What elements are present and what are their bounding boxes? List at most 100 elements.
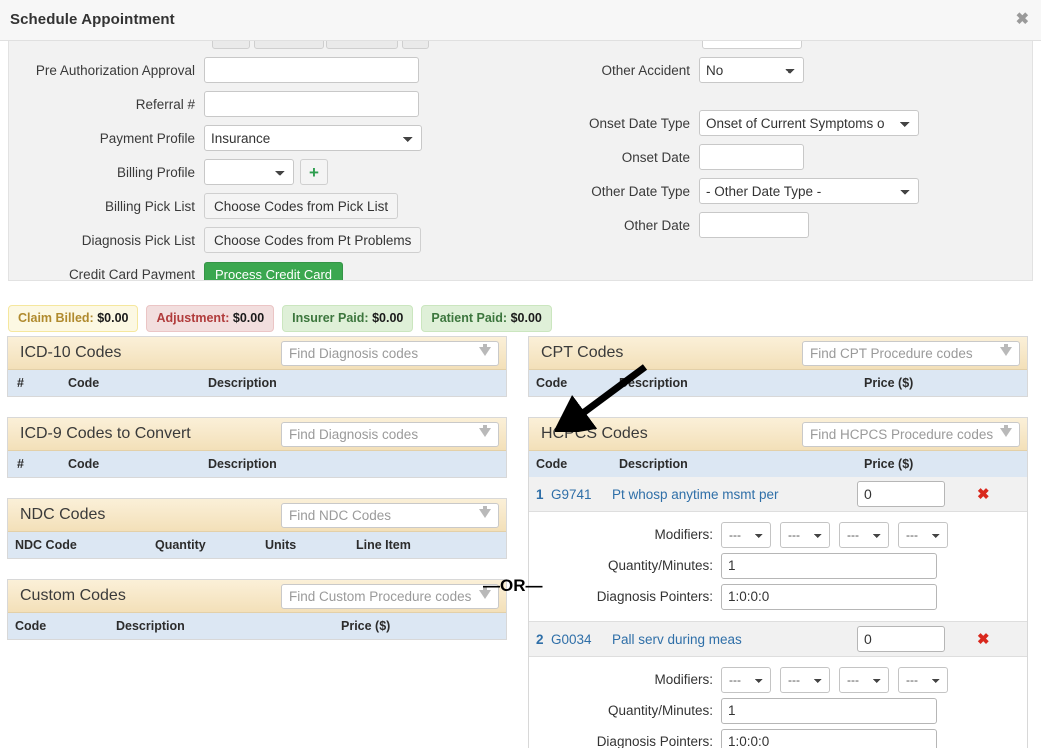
referral-number-input[interactable] [204, 91, 419, 117]
icd10-column-headers: # Code Description [8, 370, 506, 396]
field-row-pre-authorization-approval: Pre Authorization Approval [9, 54, 529, 86]
custom-column-headers: Code Description Price ($) [8, 613, 506, 639]
modifier-1-select[interactable]: --- [721, 521, 771, 548]
modifiers-row: Modifiers: --- --- --- --- [529, 519, 1027, 550]
modifier-2-select[interactable]: --- [780, 666, 830, 693]
field-row-billing-pick-list: Billing Pick List Choose Codes from Pick… [9, 190, 529, 222]
hcpcs-row-description[interactable]: Pall serv during meas [612, 632, 857, 647]
label-other-accident: Other Accident [601, 62, 690, 78]
modifier-3-select[interactable]: --- [839, 666, 889, 693]
modifier-3-select[interactable]: --- [839, 521, 889, 548]
table-row: 2 G0034 Pall serv during meas ✖ [529, 622, 1027, 657]
quantity-minutes-input[interactable] [721, 697, 937, 724]
quantity-minutes-label: Quantity/Minutes: [607, 703, 713, 718]
field-row-onset-date: Onset Date [529, 141, 1032, 173]
onset-date-type-select[interactable]: Onset of Current Symptoms o [699, 110, 919, 136]
other-date-type-select[interactable]: - Other Date Type - [699, 178, 919, 204]
panel-icd10-codes: ICD-10 Codes Find Diagnosis codes # Code… [7, 336, 507, 397]
diagnosis-pointers-row: Diagnosis Pointers: [529, 581, 1027, 612]
ndc-find-input[interactable]: Find NDC Codes [281, 503, 499, 528]
other-date-input[interactable] [699, 212, 809, 238]
diagnosis-pointers-input[interactable] [721, 583, 937, 610]
panel-ndc-codes: NDC Codes Find NDC Codes NDC Code Quanti… [7, 498, 507, 559]
label-credit-card-payment: Credit Card Payment [68, 266, 195, 281]
label-onset-date-type: Onset Date Type [588, 115, 690, 131]
modifier-4-select[interactable]: --- [898, 521, 948, 548]
diagnosis-pointers-row: Diagnosis Pointers: [529, 726, 1027, 748]
icd10-col-description: Description [208, 376, 277, 390]
panel-hcpcs-codes: HCPCS Codes Find HCPCS Procedure codes C… [528, 417, 1028, 748]
adjustment-label: Adjustment: [156, 311, 230, 325]
close-icon[interactable]: ✖ [1016, 12, 1029, 28]
choose-codes-from-pt-problems-button[interactable]: Choose Codes from Pt Problems [204, 227, 422, 253]
icd10-col-number: # [17, 376, 24, 390]
field-row-credit-card-payment: Credit Card Payment Process Credit Card [9, 258, 529, 281]
table-row: 1 G9741 Pt whosp anytime msmt per ✖ [529, 477, 1027, 512]
chevron-down-icon [1000, 347, 1012, 356]
label-diagnosis-pick-list: Diagnosis Pick List [81, 232, 195, 248]
chevron-down-icon [479, 428, 491, 437]
hcpcs-row-detail: Modifiers: --- --- --- --- Quantity/Minu… [529, 657, 1027, 748]
label-referral-number: Referral # [135, 96, 195, 112]
modifier-4-select[interactable]: --- [898, 666, 948, 693]
icd10-panel-header: ICD-10 Codes Find Diagnosis codes [8, 337, 506, 370]
hcpcs-row-number: 2 [536, 631, 544, 647]
label-payment-profile: Payment Profile [99, 130, 195, 146]
annotation-arrow-icon [555, 364, 648, 432]
field-row-other-accident: Other Accident No [529, 54, 1032, 86]
icd10-find-input[interactable]: Find Diagnosis codes [281, 341, 499, 366]
hcpcs-row-code[interactable]: G0034 [551, 632, 612, 647]
billing-profile-select[interactable] [204, 159, 294, 185]
status-badge-claim-billed: Claim Billed: $0.00 [8, 305, 139, 332]
custom-col-description: Description [116, 619, 185, 633]
quantity-minutes-input[interactable] [721, 552, 937, 579]
hcpcs-column-headers: Code Description Price ($) [529, 451, 1027, 477]
appointment-billing-screen: Schedule Appointment ✖ Pre Authorization… [0, 0, 1041, 748]
form-spacer [529, 88, 1032, 107]
label-onset-date: Onset Date [621, 149, 690, 165]
form-left-column: Pre Authorization Approval Referral # Pa… [9, 41, 529, 281]
custom-find-input[interactable]: Find Custom Procedure codes [281, 584, 499, 609]
hcpcs-row-description[interactable]: Pt whosp anytime msmt per [612, 487, 857, 502]
icd10-col-code: Code [68, 376, 100, 390]
field-row-payment-profile: Payment Profile Insurance [9, 122, 529, 154]
field-row-referral-number: Referral # [9, 88, 529, 120]
add-billing-profile-icon[interactable]: + [300, 159, 328, 185]
icd9-col-code: Code [68, 457, 100, 471]
insurer-paid-label: Insurer Paid: [292, 311, 369, 325]
icd10-find-placeholder: Find Diagnosis codes [289, 346, 419, 361]
choose-codes-from-pick-list-button[interactable]: Choose Codes from Pick List [204, 193, 399, 219]
cpt-find-input[interactable]: Find CPT Procedure codes [802, 341, 1020, 366]
chevron-down-icon [479, 347, 491, 356]
delete-row-icon[interactable]: ✖ [977, 630, 990, 648]
hcpcs-row-number: 1 [536, 486, 544, 502]
label-billing-profile: Billing Profile [116, 164, 195, 180]
onset-date-input[interactable] [699, 144, 804, 170]
icd9-column-headers: # Code Description [8, 451, 506, 477]
modifiers-row: Modifiers: --- --- --- --- [529, 664, 1027, 695]
hcpcs-row-price-input[interactable] [857, 481, 945, 507]
delete-row-icon[interactable]: ✖ [977, 485, 990, 503]
hcpcs-row-code[interactable]: G9741 [551, 487, 612, 502]
modifier-1-select[interactable]: --- [721, 666, 771, 693]
payment-profile-select[interactable]: Insurance [204, 125, 422, 151]
diagnosis-pointers-input[interactable] [721, 728, 937, 748]
icd9-find-input[interactable]: Find Diagnosis codes [281, 422, 499, 447]
custom-panel-header: Custom Codes Find Custom Procedure codes [8, 580, 506, 613]
field-row-onset-date-type: Onset Date Type Onset of Current Symptom… [529, 107, 1032, 139]
field-row-other-date: Other Date [529, 209, 1032, 241]
pre-authorization-approval-input[interactable] [204, 57, 419, 83]
custom-panel-title: Custom Codes [20, 587, 126, 604]
hcpcs-find-input[interactable]: Find HCPCS Procedure codes [802, 422, 1020, 447]
hcpcs-col-price: Price ($) [864, 457, 914, 471]
process-credit-card-button[interactable]: Process Credit Card [204, 261, 344, 280]
patient-paid-amount: $0.00 [510, 311, 542, 325]
ndc-col-units: Units [265, 538, 297, 552]
other-accident-select[interactable]: No [699, 57, 804, 83]
icd9-panel-header: ICD-9 Codes to Convert Find Diagnosis co… [8, 418, 506, 451]
status-badge-adjustment: Adjustment: $0.00 [146, 305, 275, 332]
status-badge-insurer-paid: Insurer Paid: $0.00 [282, 305, 414, 332]
hcpcs-row-price-input[interactable] [857, 626, 945, 652]
modifier-2-select[interactable]: --- [780, 521, 830, 548]
icd9-find-placeholder: Find Diagnosis codes [289, 427, 419, 442]
